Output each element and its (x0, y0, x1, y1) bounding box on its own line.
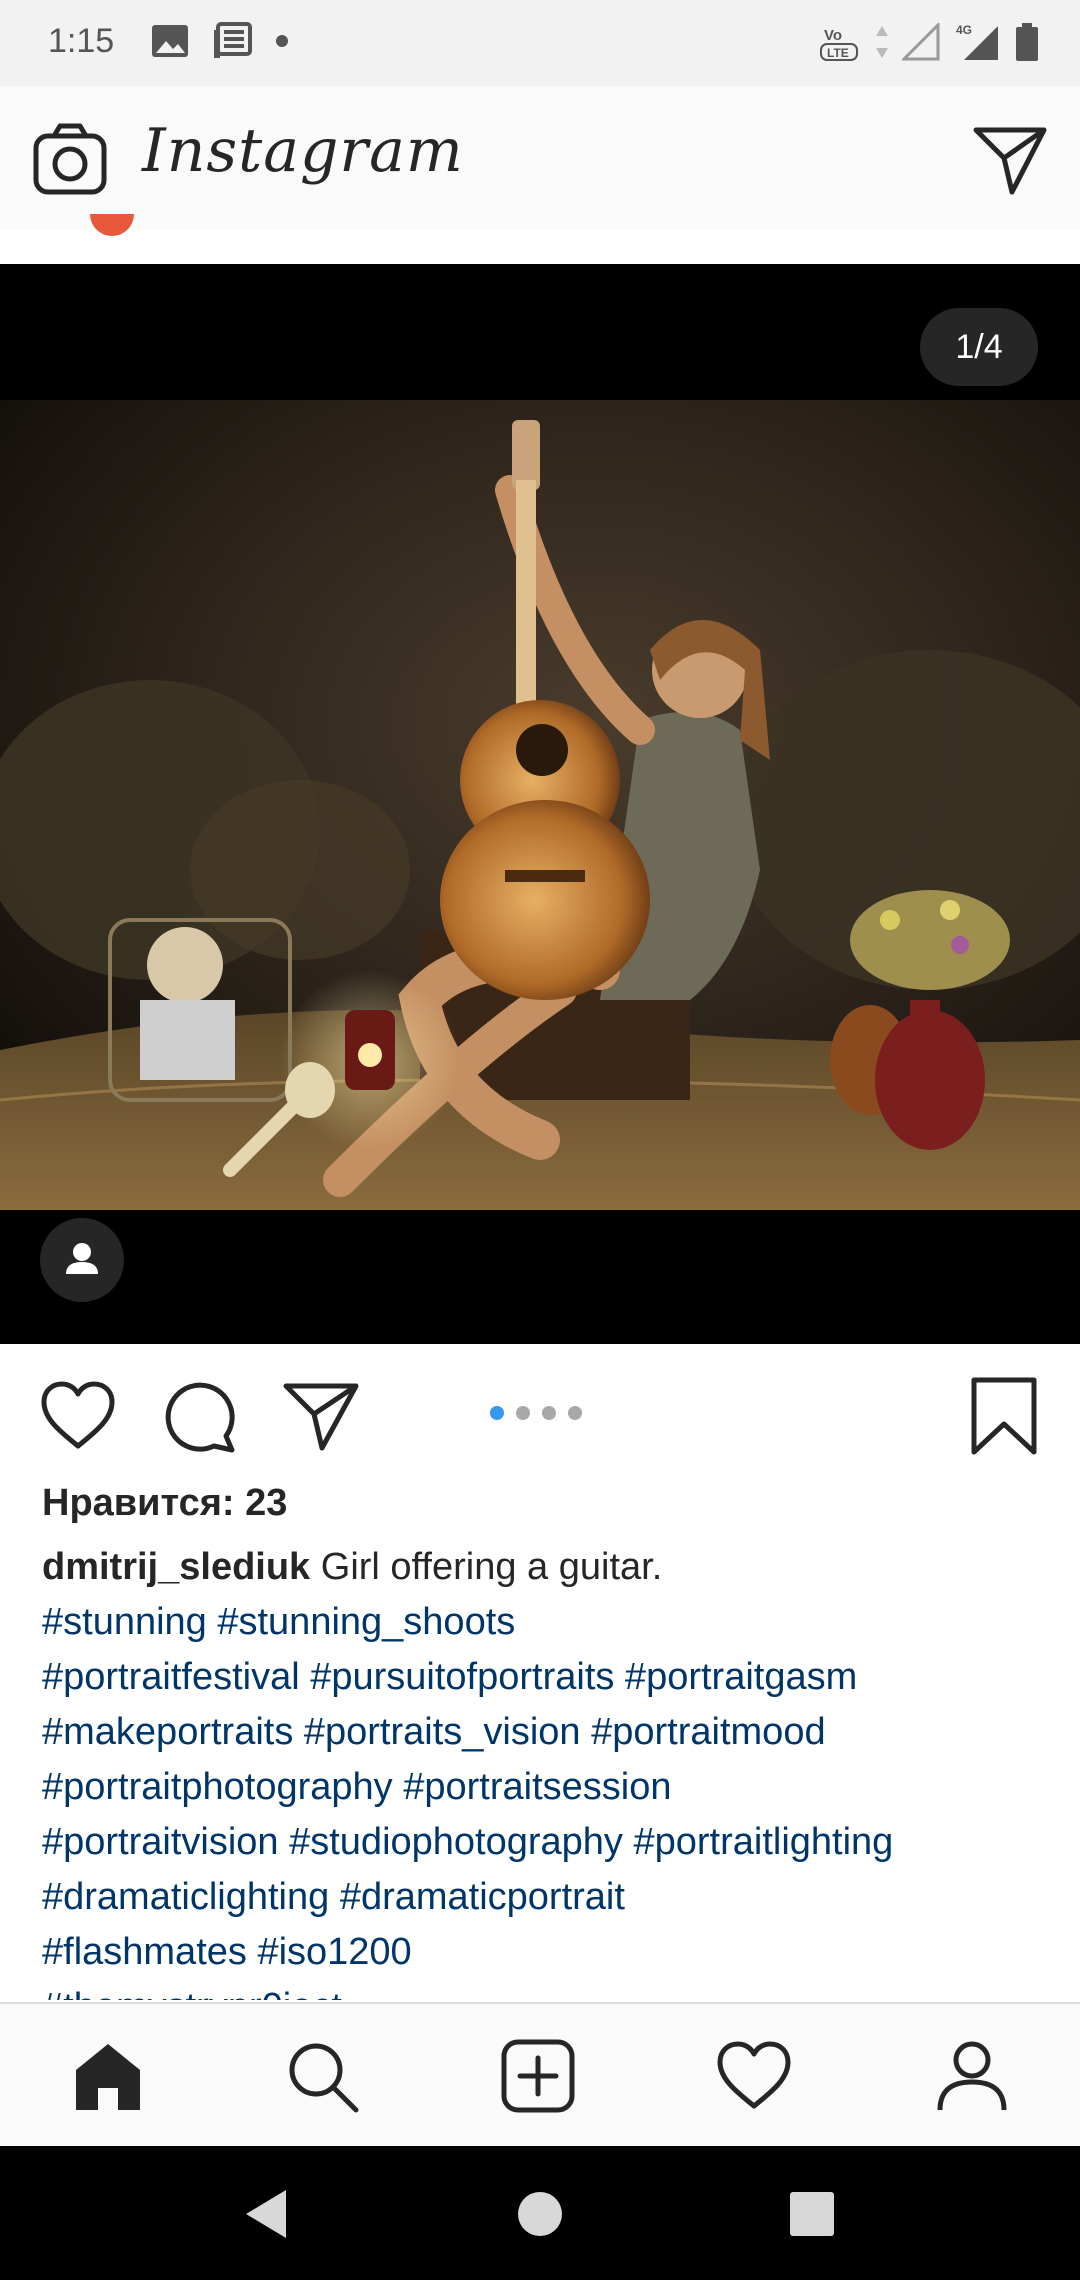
hashtag-line[interactable]: #dramaticlighting #dramaticportrait (42, 1870, 1052, 1925)
app-bar: Instagram (0, 86, 1080, 232)
system-back-button[interactable] (240, 2186, 296, 2242)
nav-home[interactable] (70, 2038, 146, 2114)
bottom-navigation (0, 2002, 1080, 2148)
carousel-dot (542, 1406, 556, 1420)
status-time: 1:15 (48, 22, 115, 60)
heart-icon (41, 1381, 115, 1449)
like-button[interactable] (38, 1376, 118, 1456)
previous-post-edge (0, 230, 1080, 264)
caption-username[interactable]: dmitrij_slediuk (42, 1546, 310, 1588)
more-notifications-dot (274, 33, 290, 49)
hashtag-line[interactable]: #portraitphotography #portraitsession (42, 1760, 1052, 1815)
system-status-icons: Vo LTE 4G (818, 20, 1040, 64)
direct-messages-button[interactable] (972, 124, 1048, 196)
home-icon (76, 2044, 140, 2110)
nav-new-post[interactable] (500, 2038, 576, 2114)
notification-icons (150, 22, 290, 60)
camera-button[interactable] (32, 122, 108, 198)
post-media-carousel[interactable]: 1/4 (0, 264, 1080, 1344)
paper-plane-icon (973, 127, 1047, 195)
caption-text: Girl offering a guitar. (320, 1546, 663, 1588)
nav-profile[interactable] (934, 2038, 1010, 2114)
profile-icon (937, 2041, 1007, 2111)
likes-count[interactable]: Нравится: 23 (42, 1482, 287, 1525)
person-icon (66, 1243, 98, 1274)
add-post-icon (501, 2039, 575, 2113)
carousel-indicator (490, 1406, 582, 1420)
post-photo[interactable] (0, 400, 1080, 1210)
svg-text:LTE: LTE (827, 46, 849, 60)
nav-activity[interactable] (716, 2038, 792, 2114)
hashtag-line[interactable]: #flashmates #iso1200 (42, 1925, 1052, 1980)
signal-sim1-icon (902, 23, 940, 61)
gallery-notification-icon (150, 23, 190, 59)
instagram-logo[interactable]: Instagram (142, 116, 464, 186)
hashtag-line[interactable]: #themystrypr0ject (42, 1980, 1052, 2000)
home-circle-icon (518, 2192, 562, 2236)
carousel-dot (516, 1406, 530, 1420)
bookmark-icon (971, 1377, 1037, 1455)
svg-text:Vo: Vo (824, 27, 842, 44)
tagged-users-button[interactable] (40, 1218, 124, 1302)
signal-sim2-4g-icon: 4G (952, 22, 1002, 62)
search-icon (289, 2043, 359, 2113)
status-bar: 1:15 Vo LTE 4G (0, 0, 1080, 86)
caption-hashtags: #stunning #stunning_shoots #portraitfest… (42, 1595, 1052, 2000)
svg-text:4G: 4G (956, 23, 972, 37)
system-recents-button[interactable] (784, 2186, 840, 2242)
system-navigation-bar (0, 2146, 1080, 2280)
activity-heart-icon (717, 2041, 791, 2109)
carousel-dot (568, 1406, 582, 1420)
battery-icon (1014, 22, 1040, 62)
recents-square-icon (790, 2192, 834, 2236)
nav-search[interactable] (284, 2038, 360, 2114)
media-page-counter: 1/4 (920, 308, 1038, 386)
hashtag-line[interactable]: #stunning #stunning_shoots (42, 1595, 1052, 1650)
hashtag-line[interactable]: #makeportraits #portraits_vision #portra… (42, 1705, 1052, 1760)
volte-icon: Vo LTE (818, 20, 862, 64)
comment-bubble-icon (165, 1382, 235, 1453)
comment-button[interactable] (160, 1376, 240, 1456)
camera-icon (33, 123, 107, 195)
back-triangle-icon (246, 2190, 286, 2238)
post-caption: dmitrij_slediuk Girl offering a guitar. (42, 1540, 1042, 1595)
save-button[interactable] (964, 1376, 1044, 1456)
paper-plane-icon (283, 1383, 359, 1451)
post-action-bar (0, 1344, 1080, 1484)
share-button[interactable] (282, 1376, 362, 1456)
hashtag-line[interactable]: #portraitvision #studiophotography #port… (42, 1815, 1052, 1870)
carousel-dot-active (490, 1406, 504, 1420)
system-home-button[interactable] (512, 2186, 568, 2242)
news-notification-icon (212, 22, 252, 60)
data-arrows-icon (874, 22, 890, 62)
hashtag-line[interactable]: #portraitfestival #pursuitofportraits #p… (42, 1650, 1052, 1705)
